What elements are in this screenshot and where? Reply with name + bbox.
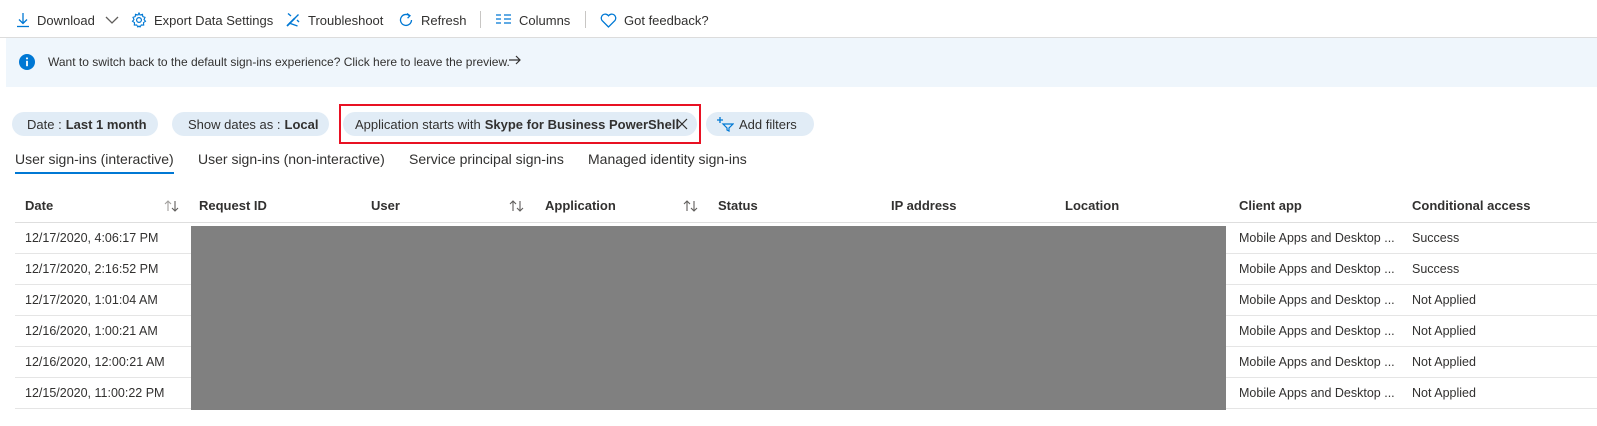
- cell-client-app: Mobile Apps and Desktop ...: [1239, 386, 1395, 400]
- refresh-icon: [399, 12, 413, 27]
- cell-client-app: Mobile Apps and Desktop ...: [1239, 324, 1395, 338]
- tab-user-signins-interactive[interactable]: User sign-ins (interactive): [15, 151, 174, 171]
- cell-conditional-access: Success: [1412, 231, 1460, 245]
- add-filters-label: Add filters: [739, 116, 797, 132]
- cell-conditional-access: Not Applied: [1412, 355, 1476, 369]
- cell-date: 12/15/2020, 11:00:22 PM: [25, 386, 165, 400]
- cell-date: 12/16/2020, 1:00:21 AM: [25, 324, 158, 338]
- cell-date: 12/16/2020, 12:00:21 AM: [25, 355, 165, 369]
- cell-client-app: Mobile Apps and Desktop ...: [1239, 231, 1395, 245]
- columns-icon: [496, 14, 511, 24]
- column-header-application[interactable]: Application: [545, 198, 616, 213]
- cell-date: 12/17/2020, 2:16:52 PM: [25, 262, 159, 276]
- leave-preview-link[interactable]: Want to switch back to the default sign-…: [48, 55, 510, 69]
- columns-button[interactable]: Columns: [495, 10, 570, 30]
- export-data-settings-button[interactable]: Export Data Settings: [131, 10, 273, 30]
- tab-service-principal-signins[interactable]: Service principal sign-ins: [409, 151, 564, 171]
- refresh-button[interactable]: Refresh: [398, 10, 467, 30]
- info-icon: [19, 54, 35, 70]
- cell-date: 12/17/2020, 1:01:04 AM: [25, 293, 158, 307]
- download-icon: [17, 13, 29, 28]
- export-data-settings-label: Export Data Settings: [154, 12, 274, 28]
- arrow-right-icon[interactable]: [508, 54, 522, 66]
- download-label: Download: [37, 12, 95, 28]
- application-filter-label: Application starts with: [355, 116, 481, 132]
- show-dates-filter-pill[interactable]: Show dates as : Local: [172, 112, 329, 136]
- add-filter-icon: [717, 117, 734, 132]
- preview-banner: Want to switch back to the default sign-…: [6, 38, 1597, 87]
- show-dates-value: Local: [284, 116, 319, 132]
- cell-conditional-access: Success: [1412, 262, 1460, 276]
- download-button[interactable]: Download: [16, 10, 119, 30]
- cell-client-app: Mobile Apps and Desktop ...: [1239, 262, 1395, 276]
- add-filters-button[interactable]: Add filters: [706, 112, 814, 136]
- table-header: Date Request ID User Application Status …: [15, 187, 1597, 223]
- date-filter-label: Date :: [27, 116, 62, 132]
- column-header-status[interactable]: Status: [718, 198, 758, 213]
- close-icon[interactable]: [676, 118, 688, 130]
- date-filter-pill[interactable]: Date : Last 1 month: [12, 112, 158, 136]
- column-header-date[interactable]: Date: [25, 198, 53, 213]
- tab-managed-identity-signins[interactable]: Managed identity sign-ins: [588, 151, 747, 171]
- columns-label: Columns: [519, 12, 571, 28]
- column-header-client-app[interactable]: Client app: [1239, 198, 1302, 213]
- application-filter-value: Skype for Business PowerShell: [484, 116, 680, 132]
- cell-client-app: Mobile Apps and Desktop ...: [1239, 293, 1395, 307]
- chevron-down-icon[interactable]: [105, 15, 119, 25]
- sort-icon[interactable]: [164, 199, 180, 213]
- heart-icon: [600, 13, 617, 28]
- troubleshoot-button[interactable]: Troubleshoot: [285, 10, 383, 30]
- toolbar-divider: [585, 11, 586, 28]
- column-header-ip-address[interactable]: IP address: [891, 198, 957, 213]
- toolbar-divider: [480, 11, 481, 28]
- wrench-icon: [286, 12, 300, 27]
- cell-conditional-access: Not Applied: [1412, 386, 1476, 400]
- got-feedback-button[interactable]: Got feedback?: [600, 10, 709, 30]
- column-header-request-id[interactable]: Request ID: [199, 198, 267, 213]
- cell-conditional-access: Not Applied: [1412, 293, 1476, 307]
- column-header-location[interactable]: Location: [1065, 198, 1119, 213]
- refresh-label: Refresh: [421, 12, 467, 28]
- gear-icon: [131, 12, 147, 28]
- got-feedback-label: Got feedback?: [624, 12, 709, 28]
- sort-icon[interactable]: [509, 199, 525, 213]
- application-filter-pill[interactable]: Application starts with Skype for Busine…: [343, 112, 697, 136]
- active-tab-indicator: [15, 172, 174, 174]
- date-filter-value: Last 1 month: [65, 116, 147, 132]
- tab-user-signins-non-interactive[interactable]: User sign-ins (non-interactive): [198, 151, 385, 171]
- troubleshoot-label: Troubleshoot: [308, 12, 384, 28]
- cell-date: 12/17/2020, 4:06:17 PM: [25, 231, 159, 245]
- column-header-conditional-access[interactable]: Conditional access: [1412, 198, 1530, 213]
- column-header-user[interactable]: User: [371, 198, 400, 213]
- redacted-region: [191, 226, 1226, 410]
- command-bar: Download Export Data Settings Troublesho…: [0, 0, 1597, 38]
- sort-icon[interactable]: [683, 199, 699, 213]
- cell-conditional-access: Not Applied: [1412, 324, 1476, 338]
- cell-client-app: Mobile Apps and Desktop ...: [1239, 355, 1395, 369]
- show-dates-label: Show dates as :: [188, 116, 281, 132]
